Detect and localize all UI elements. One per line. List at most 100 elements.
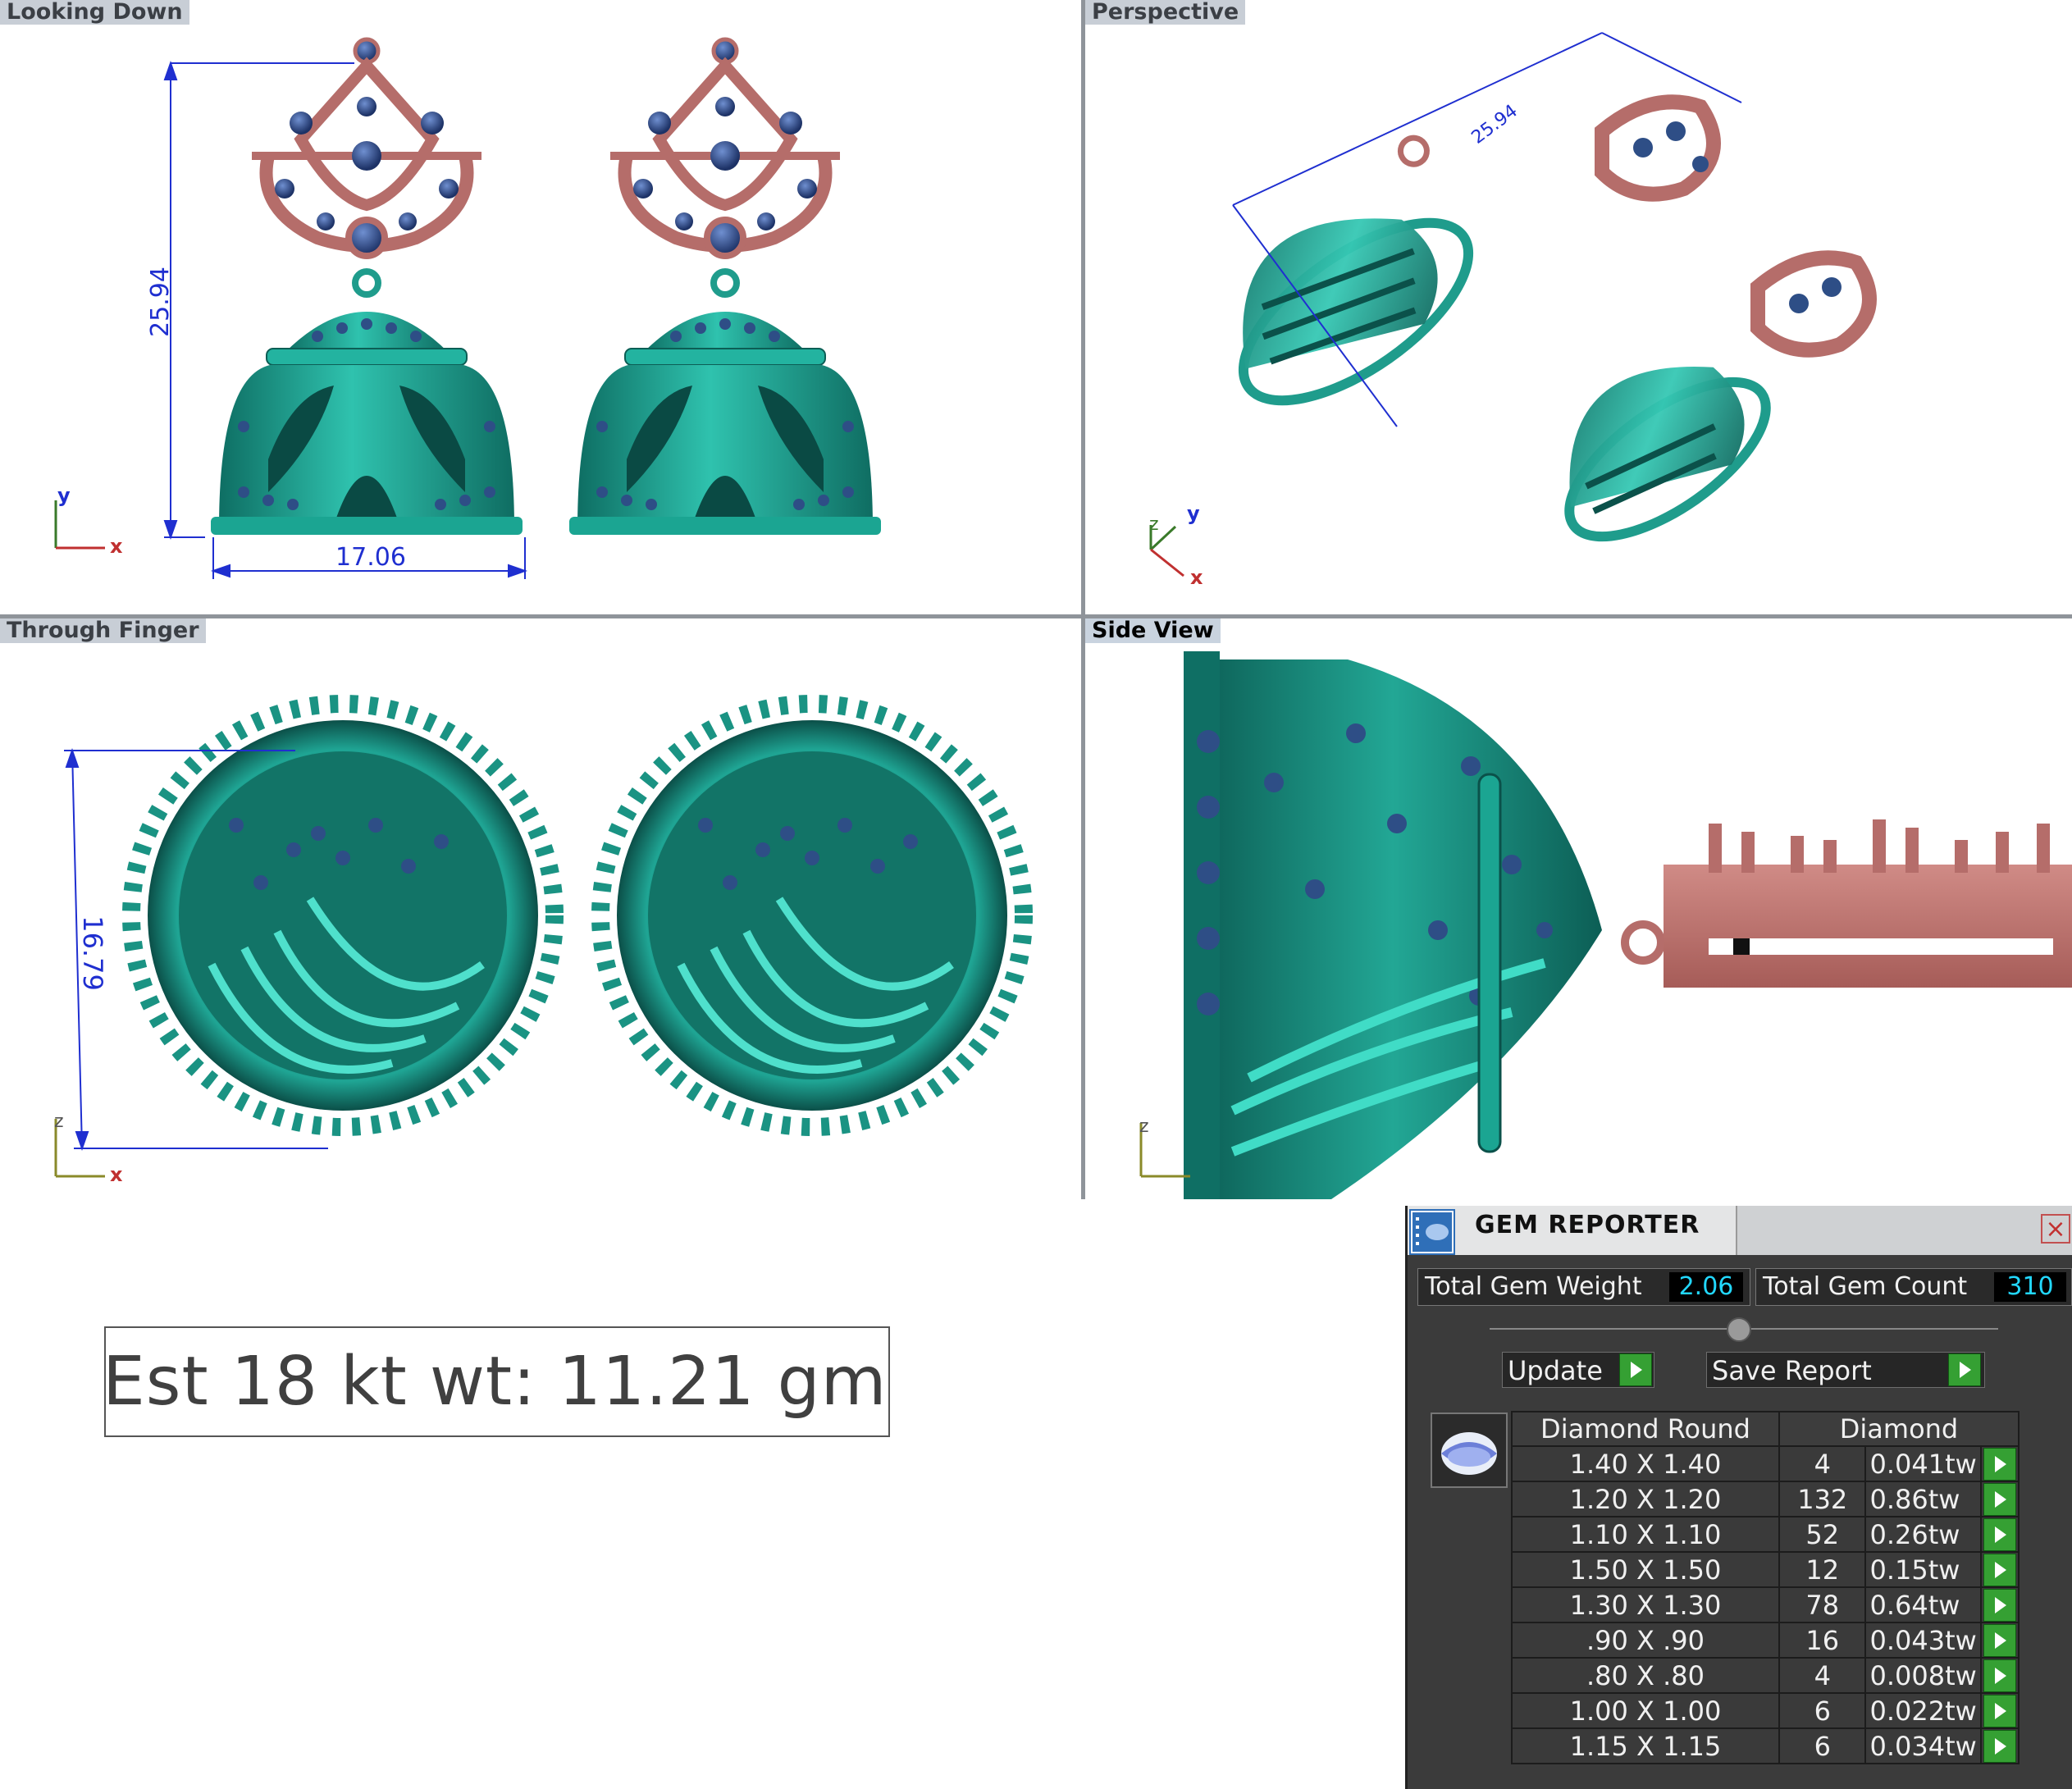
gem-size-cell: 1.10 X 1.10 (1511, 1516, 1780, 1553)
svg-text:y: y (57, 484, 71, 507)
gem-weight-cell: 0.26tw (1864, 1516, 1983, 1553)
side-rose-base (1664, 865, 2072, 988)
save-report-button-label: Save Report (1712, 1355, 1872, 1386)
svg-text:z: z (54, 1111, 64, 1132)
gem-count-cell: 132 (1778, 1481, 1867, 1517)
svg-text:x: x (1190, 566, 1203, 589)
viewport-side-view[interactable]: Side View z (1085, 618, 2072, 1199)
column-header-shape[interactable]: Diamond Round (1511, 1411, 1780, 1447)
play-arrow-icon[interactable] (1983, 1659, 2017, 1692)
perspective-earring-1 (1238, 135, 1474, 406)
row-action-cell (1980, 1445, 2020, 1482)
total-gem-count-value: 310 (1994, 1272, 2066, 1302)
panel-splitter-handle[interactable] (1727, 1317, 1751, 1342)
dimension-height-label: 16.79 (77, 915, 108, 991)
looking-down-render: 25.94 17.06 y x (54, 37, 881, 579)
perspective-rose-2 (1750, 250, 1877, 358)
table-row[interactable]: 1.15 X 1.15 6 0.034tw (1511, 1727, 2020, 1764)
row-action-cell (1980, 1692, 2020, 1729)
update-button[interactable]: Update (1502, 1352, 1654, 1388)
row-action-cell (1980, 1727, 2020, 1764)
row-action-cell (1980, 1657, 2020, 1694)
gem-weight-cell: 0.041tw (1864, 1445, 1983, 1482)
svg-text:z: z (1149, 514, 1159, 535)
table-row[interactable]: 1.40 X 1.40 4 0.041tw (1511, 1445, 2020, 1482)
svg-text:x: x (110, 1163, 123, 1186)
play-arrow-icon[interactable] (1983, 1730, 2017, 1763)
viewport-looking-down[interactable]: Looking Down 25.94 17.06 y x (0, 0, 1081, 614)
play-arrow-icon[interactable] (1983, 1448, 2017, 1481)
row-action-cell (1980, 1622, 2020, 1659)
table-row[interactable]: 1.20 X 1.20 132 0.86tw (1511, 1481, 2020, 1517)
play-arrow-icon[interactable] (1983, 1589, 2017, 1622)
gem-size-cell: 1.40 X 1.40 (1511, 1445, 1780, 1482)
gem-count-cell: 78 (1778, 1586, 1867, 1623)
gem-count-cell: 4 (1778, 1657, 1867, 1694)
gem-weight-cell: 0.15tw (1864, 1551, 1983, 1588)
column-header-material[interactable]: Diamond (1778, 1411, 2020, 1447)
gem-count-cell: 4 (1778, 1445, 1867, 1482)
dimension-height-label: 25.94 (146, 267, 175, 337)
table-row[interactable]: 1.10 X 1.10 52 0.26tw (1511, 1516, 2020, 1553)
play-arrow-icon[interactable] (1983, 1483, 2017, 1516)
play-arrow-icon[interactable] (1983, 1624, 2017, 1657)
perspective-dimension-label: 25.94 (1468, 101, 1522, 148)
gem-count-cell: 52 (1778, 1516, 1867, 1553)
gem-weight-cell: 0.86tw (1864, 1481, 1983, 1517)
gem-weight-cell: 0.022tw (1864, 1692, 1983, 1729)
gem-weight-cell: 0.043tw (1864, 1622, 1983, 1659)
total-gem-weight-value: 2.06 (1669, 1272, 1743, 1302)
perspective-render: 25.94 z y x (1149, 32, 1877, 589)
gem-size-cell: 1.00 X 1.00 (1511, 1692, 1780, 1729)
viewport-perspective[interactable]: Perspective 25.94 z y x (1085, 0, 2072, 614)
viewport-through-finger[interactable]: Through Finger 16.79 z x (0, 618, 1081, 1199)
gem-reporter-tab[interactable]: GEM REPORTER (1408, 1206, 1737, 1255)
play-arrow-icon[interactable] (1619, 1353, 1652, 1386)
row-action-cell (1980, 1551, 2020, 1588)
perspective-rose-1 (1595, 94, 1721, 202)
play-arrow-icon[interactable] (1948, 1353, 1981, 1386)
svg-text:x: x (110, 535, 123, 558)
play-arrow-icon[interactable] (1983, 1695, 2017, 1727)
ring-view-left (122, 695, 564, 1136)
total-gem-weight-box: Total Gem Weight 2.06 (1417, 1268, 1750, 1306)
svg-text:z: z (1139, 1116, 1149, 1137)
play-arrow-icon[interactable] (1983, 1554, 2017, 1586)
through-finger-render: 16.79 z x (54, 695, 1033, 1186)
total-gem-weight-label: Total Gem Weight (1425, 1272, 1642, 1301)
row-action-cell (1980, 1481, 2020, 1517)
gem-reporter-panel: GEM REPORTER × Total Gem Weight 2.06 Tot… (1405, 1206, 2072, 1789)
total-gem-count-box: Total Gem Count 310 (1755, 1268, 2072, 1306)
gem-weight-cell: 0.008tw (1864, 1657, 1983, 1694)
gem-weight-cell: 0.034tw (1864, 1727, 1983, 1764)
gem-size-cell: 1.50 X 1.50 (1511, 1551, 1780, 1588)
gem-count-cell: 6 (1778, 1727, 1867, 1764)
table-row[interactable]: 1.00 X 1.00 6 0.022tw (1511, 1692, 2020, 1729)
play-arrow-icon[interactable] (1983, 1518, 2017, 1551)
close-icon[interactable]: × (2041, 1214, 2070, 1244)
update-button-label: Update (1508, 1355, 1603, 1386)
dimension-width-label: 17.06 (335, 543, 406, 572)
viewport-divider-vertical[interactable] (1081, 0, 1085, 1199)
table-row[interactable]: 1.50 X 1.50 12 0.15tw (1511, 1551, 2020, 1588)
gem-size-cell: .80 X .80 (1511, 1657, 1780, 1694)
row-action-cell (1980, 1586, 2020, 1623)
perspective-earring-2 (1564, 367, 1771, 542)
axis-icon: z y x (1149, 502, 1203, 589)
gem-reporter-title: GEM REPORTER (1475, 1211, 1700, 1239)
metal-weight-box: Est 18 kt wt: 11.21 gm (103, 1326, 890, 1437)
axis-icon: y x (54, 484, 123, 558)
axis-icon: z (1139, 1116, 1190, 1178)
table-row[interactable]: .90 X .90 16 0.043tw (1511, 1622, 2020, 1659)
table-row[interactable]: .80 X .80 4 0.008tw (1511, 1657, 2020, 1694)
gem-table: Diamond Round Diamond 1.40 X 1.40 4 0.04… (1511, 1411, 2020, 1764)
viewport-divider-horizontal[interactable] (0, 614, 2072, 618)
diamond-round-icon[interactable] (1431, 1412, 1508, 1488)
table-row[interactable]: 1.30 X 1.30 78 0.64tw (1511, 1586, 2020, 1623)
save-report-button[interactable]: Save Report (1706, 1352, 1985, 1388)
gem-count-cell: 12 (1778, 1551, 1867, 1588)
gem-reporter-titlebar[interactable]: GEM REPORTER × (1408, 1206, 2072, 1255)
side-view-render: z (1139, 651, 2072, 1199)
earring-left (211, 37, 523, 535)
gem-weight-cell: 0.64tw (1864, 1586, 1983, 1623)
